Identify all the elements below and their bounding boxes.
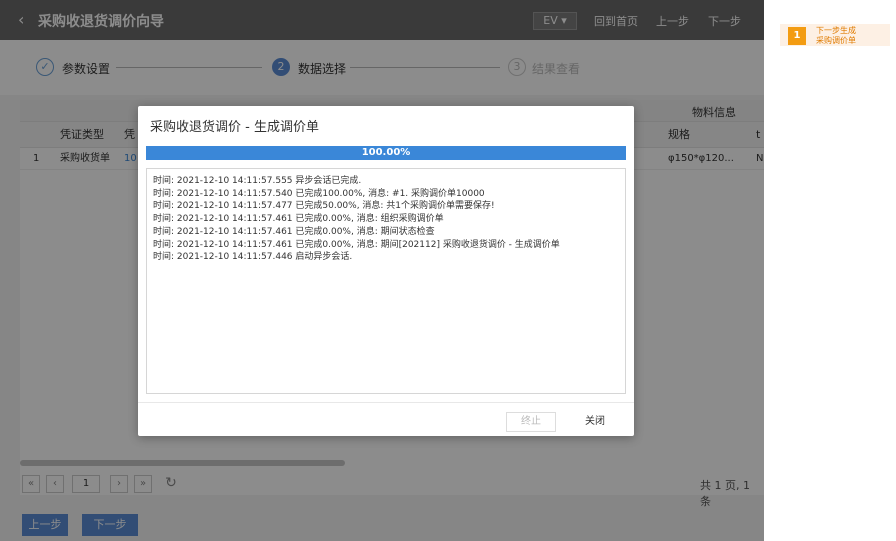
- step-annotation: 1 下一步生成 采购调价单: [780, 24, 890, 46]
- stop-button[interactable]: 终止: [506, 412, 556, 432]
- dialog-divider: [138, 402, 634, 403]
- log-line: 时间: 2021-12-10 14:11:57.540 已完成100.00%, …: [153, 188, 485, 199]
- progress-dialog: 采购收退货调价 - 生成调价单 100.00% 时间: 2021-12-10 1…: [138, 106, 634, 436]
- close-button[interactable]: 关闭: [570, 412, 620, 432]
- log-line: 时间: 2021-12-10 14:11:57.461 已完成0.00%, 消息…: [153, 214, 444, 225]
- annotation-line-1: 下一步生成: [816, 26, 856, 35]
- dialog-title: 采购收退货调价 - 生成调价单: [150, 120, 319, 135]
- log-line: 时间: 2021-12-10 14:11:57.477 已完成50.00%, 消…: [153, 201, 495, 212]
- app-window: ‹ 采购收退货调价向导 EV ▾ 回到首页 上一步 下一步 ✓ 参数设置 2 数…: [0, 0, 764, 541]
- annotation-line-2: 采购调价单: [816, 36, 856, 45]
- log-line: 时间: 2021-12-10 14:11:57.555 异步会话已完成.: [153, 176, 362, 186]
- log-line: 时间: 2021-12-10 14:11:57.461 已完成0.00%, 消息…: [153, 239, 560, 250]
- log-panel[interactable]: 时间: 2021-12-10 14:11:57.555 异步会话已完成. 时间:…: [146, 168, 626, 394]
- annotation-badge: 1: [788, 27, 806, 45]
- annotation-text: 下一步生成 采购调价单: [816, 26, 856, 46]
- progress-bar: 100.00%: [146, 146, 626, 160]
- progress-text: 100.00%: [361, 147, 411, 158]
- log-line: 时间: 2021-12-10 14:11:57.461 已完成0.00%, 消息…: [153, 226, 435, 237]
- log-line: 时间: 2021-12-10 14:11:57.446 启动异步会话.: [153, 252, 353, 263]
